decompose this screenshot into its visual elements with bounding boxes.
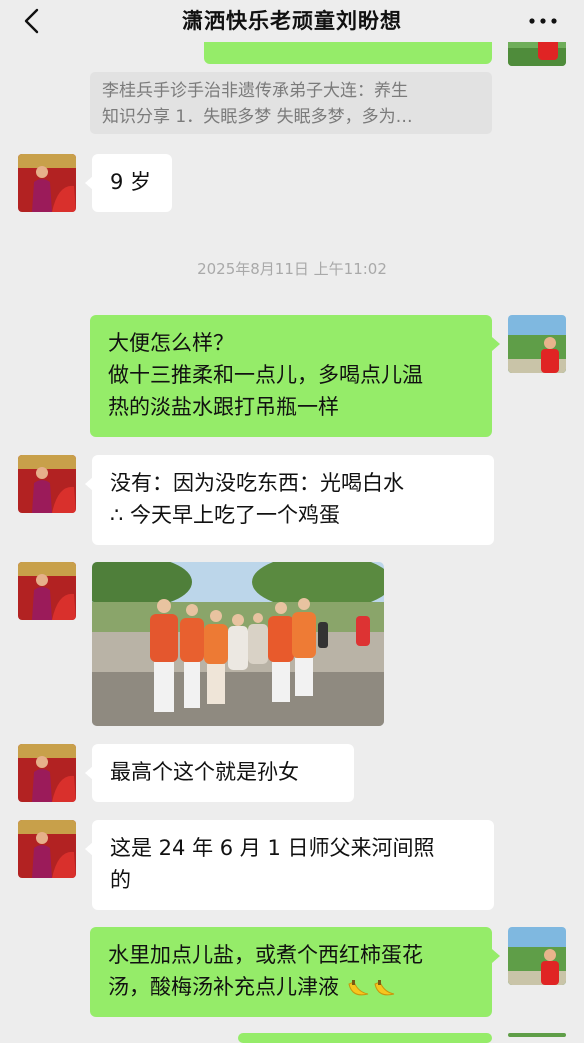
avatar-contact[interactable] xyxy=(18,154,76,212)
bubble-tail xyxy=(492,949,500,963)
message-text: 大便怎么样？ xyxy=(108,331,234,355)
message-bubble[interactable]: 9 岁 xyxy=(92,154,172,212)
avatar-contact[interactable] xyxy=(18,820,76,878)
message-bubble[interactable]: 水里加点儿盐，或煮个西红柿蛋花 汤，酸梅汤补充点儿津液 xyxy=(90,927,492,1017)
more-dots-icon[interactable] xyxy=(528,16,558,26)
message-bubble[interactable]: 没有：因为没吃东西：光喝白水 ∴ 今天早上吃了一个鸡蛋 xyxy=(92,455,494,545)
avatar-contact[interactable] xyxy=(18,455,76,513)
quote-line: 李桂兵手诊手治非遗传承弟子大连：养生 xyxy=(102,81,408,101)
banana-emoji-icon xyxy=(348,980,368,996)
message-text: 做十三推柔和一点儿，多喝点儿温 xyxy=(108,363,423,387)
quoted-message[interactable]: 李桂兵手诊手治非遗传承弟子大连：养生 知识分享 1．失眠多梦 失眠多梦，多为… xyxy=(90,72,492,134)
message-text: 最高个这个就是孙女 xyxy=(110,760,299,784)
message-bubble[interactable]: 这是 24 年 6 月 1 日师父来河间照 的 xyxy=(92,820,494,910)
avatar-contact[interactable] xyxy=(18,562,76,620)
message-text: 的 xyxy=(110,868,131,892)
avatar-contact[interactable] xyxy=(18,744,76,802)
group-photo[interactable] xyxy=(92,562,384,726)
banana-emoji-icon xyxy=(374,980,394,996)
chat-title: 潇洒快乐老顽童刘盼想 xyxy=(182,9,402,33)
message-text: 9 岁 xyxy=(110,170,152,194)
timestamp: 2025年8月11日 上午11:02 xyxy=(197,260,387,278)
message-text: 没有：因为没吃东西：光喝白水 xyxy=(110,471,404,495)
message-bubble[interactable]: 最高个这个就是孙女 xyxy=(92,744,354,802)
quote-line: 知识分享 1．失眠多梦 失眠多梦，多为… xyxy=(102,107,413,127)
avatar-self[interactable] xyxy=(508,927,566,985)
message-text: 汤，酸梅汤补充点儿津液 xyxy=(108,975,339,999)
message-text: ∴ 今天早上吃了一个鸡蛋 xyxy=(110,503,341,527)
chat-header: 潇洒快乐老顽童刘盼想 xyxy=(0,0,584,42)
avatar-self[interactable] xyxy=(508,315,566,373)
message-bubble[interactable]: 大便怎么样？ 做十三推柔和一点儿，多喝点儿温 热的淡盐水跟打吊瓶一样 xyxy=(90,315,492,437)
message-text: 这是 24 年 6 月 1 日师父来河间照 xyxy=(110,836,435,860)
avatar-self[interactable] xyxy=(508,1033,566,1037)
message-bubble-partial[interactable] xyxy=(238,1033,492,1043)
bubble-tail xyxy=(492,337,500,351)
message-text: 水里加点儿盐，或煮个西红柿蛋花 xyxy=(108,943,423,967)
message-text: 热的淡盐水跟打吊瓶一样 xyxy=(108,395,339,419)
